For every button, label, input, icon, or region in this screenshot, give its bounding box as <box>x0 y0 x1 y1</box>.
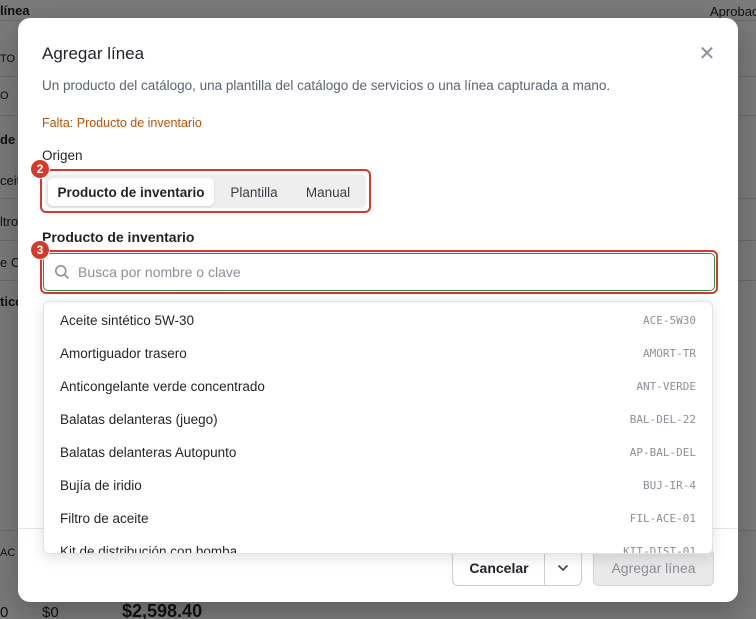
product-code: FIL-ACE-01 <box>629 512 696 525</box>
product-name: Bujía de iridio <box>60 478 142 493</box>
product-option[interactable]: Filtro de aceite FIL-ACE-01 <box>44 502 712 535</box>
product-option[interactable]: Balatas delanteras Autopunto AP-BAL-DEL <box>44 436 712 469</box>
product-code: BUJ-IR-4 <box>643 479 696 492</box>
product-name: Filtro de aceite <box>60 511 149 526</box>
step-badge: 2 <box>30 159 50 179</box>
product-code: KIT-DIST-01 <box>623 545 696 554</box>
origin-label: Origen <box>42 148 83 163</box>
search-icon <box>55 265 70 280</box>
product-code: AP-BAL-DEL <box>629 446 696 459</box>
add-line-button[interactable]: Agregar línea <box>593 549 714 586</box>
product-name: Kit de distribución con bomba <box>60 544 238 554</box>
product-name: Anticongelante verde concentrado <box>60 379 265 394</box>
origin-option-inventory[interactable]: Producto de inventario <box>48 178 214 206</box>
close-icon[interactable]: ✕ <box>698 44 716 64</box>
add-line-modal: Agregar línea ✕ Un producto del catálogo… <box>18 18 738 602</box>
origin-option-manual[interactable]: Manual <box>294 178 362 206</box>
product-code: ACE-5W30 <box>643 314 696 327</box>
product-name: Aceite sintético 5W-30 <box>60 313 195 328</box>
product-code: AMORT-TR <box>643 347 696 360</box>
chevron-down-icon <box>557 564 569 571</box>
cancel-button[interactable]: Cancelar <box>452 549 545 586</box>
product-code: BAL-DEL-22 <box>629 413 696 426</box>
product-name: Balatas delanteras (juego) <box>60 412 218 427</box>
product-name: Amortiguador trasero <box>60 346 187 361</box>
product-name: Balatas delanteras Autopunto <box>60 445 237 460</box>
missing-notice: Falta: Producto de inventario <box>42 116 202 130</box>
product-option[interactable]: Kit de distribución con bomba KIT-DIST-0… <box>44 535 712 554</box>
product-code: ANT-VERDE <box>636 380 696 393</box>
product-option[interactable]: Balatas delanteras (juego) BAL-DEL-22 <box>44 403 712 436</box>
step-badge: 3 <box>30 240 50 260</box>
cancel-options-button[interactable] <box>544 549 582 586</box>
product-dropdown: Aceite sintético 5W-30 ACE-5W30 Amortigu… <box>43 301 713 554</box>
product-option[interactable]: Amortiguador trasero AMORT-TR <box>44 337 712 370</box>
product-option[interactable]: Anticongelante verde concentrado ANT-VER… <box>44 370 712 403</box>
origin-option-template[interactable]: Plantilla <box>218 178 290 206</box>
product-option[interactable]: Aceite sintético 5W-30 ACE-5W30 <box>44 304 712 337</box>
modal-description: Un producto del catálogo, una plantilla … <box>42 78 611 93</box>
search-input[interactable] <box>78 262 678 282</box>
product-label: Producto de inventario <box>42 229 195 245</box>
modal-title: Agregar línea <box>42 44 145 63</box>
product-option[interactable]: Bujía de iridio BUJ-IR-4 <box>44 469 712 502</box>
